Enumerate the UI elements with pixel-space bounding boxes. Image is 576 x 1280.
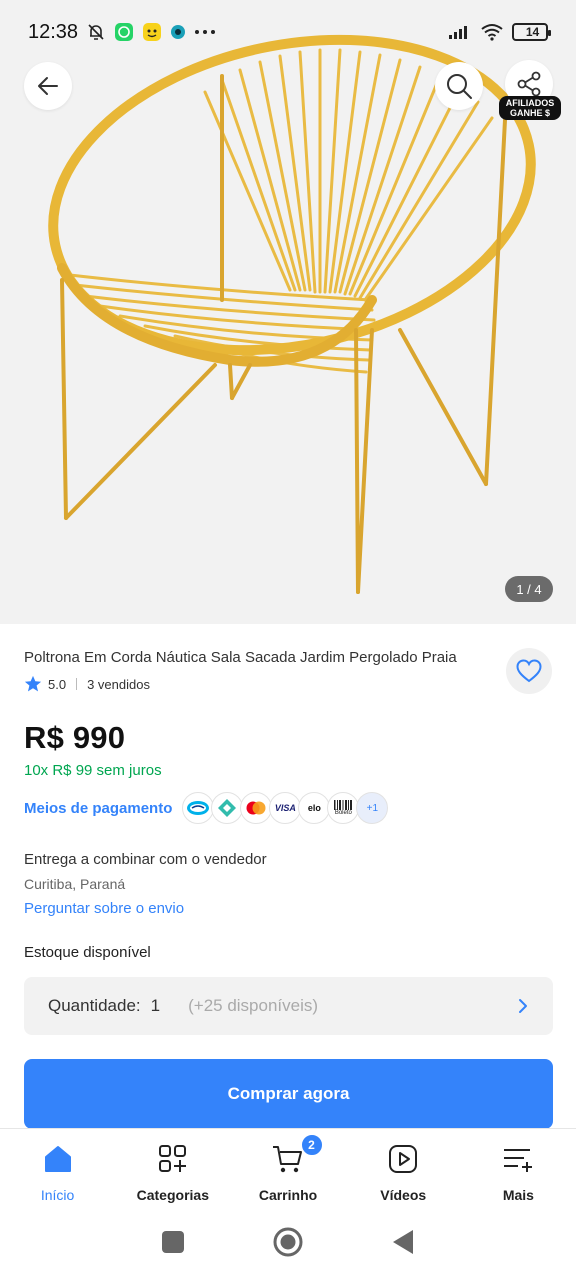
affiliate-badge[interactable]: AFILIADOS GANHE $ (499, 96, 561, 120)
status-time: 12:38 (28, 20, 79, 43)
rating-row[interactable]: 5.0 3 vendidos (24, 675, 150, 693)
ask-shipping-link[interactable]: Perguntar sobre o envio (24, 900, 184, 917)
share-icon (517, 71, 541, 97)
square-icon (162, 1230, 184, 1253)
emoji-app-icon (142, 22, 162, 42)
back-button[interactable] (24, 62, 72, 110)
nav-item-videos[interactable]: Vídeos (346, 1129, 461, 1208)
nav-label-mais: Mais (502, 1187, 534, 1203)
pix-icon (211, 792, 244, 824)
categories-icon (157, 1143, 189, 1175)
favorite-button[interactable] (506, 648, 552, 694)
installments-text: 10x R$ 99 sem juros (24, 762, 162, 779)
status-bar: 12:38 14 (0, 0, 576, 64)
rating-value: 5.0 (48, 676, 67, 692)
seller-location: Curitiba, Paraná (24, 876, 126, 892)
boleto-label: Boleto (334, 809, 352, 816)
video-icon (387, 1143, 419, 1175)
nav-label-videos: Vídeos (380, 1187, 427, 1203)
nav-item-inicio[interactable]: Início (0, 1129, 115, 1208)
menu-plus-icon (502, 1143, 534, 1175)
bottom-navigation: Início Categorias 2 Carrinho Vídeos Mais (0, 1128, 576, 1208)
system-navigation-bar (0, 1208, 576, 1280)
product-photo (0, 0, 576, 624)
quantity-available: (+25 disponíveis) (188, 996, 319, 1015)
elo-icon: elo (298, 792, 331, 824)
circle-home-icon (273, 1227, 303, 1256)
rating-divider (76, 678, 78, 690)
quantity-selector[interactable]: Quantidade: 1 (+25 disponíveis) (24, 977, 553, 1035)
arrow-left-icon (38, 77, 58, 95)
search-button[interactable] (435, 62, 483, 110)
battery-icon: 14 (512, 23, 551, 41)
battery-level: 14 (525, 25, 540, 39)
image-counter: 1 / 4 (505, 576, 553, 602)
search-icon (447, 74, 472, 99)
heart-icon (516, 659, 542, 683)
more-dots-icon (194, 29, 216, 35)
home-icon (42, 1143, 74, 1175)
quantity-value: 1 (150, 996, 161, 1015)
nav-item-mais[interactable]: Mais (461, 1129, 576, 1208)
payment-methods-link[interactable]: Meios de pagamento (24, 800, 172, 817)
triangle-back-icon (393, 1229, 413, 1254)
mercado-pago-icon (182, 792, 215, 824)
delivery-text: Entrega a combinar com o vendedor (24, 851, 267, 868)
cart-count-badge: 2 (299, 1133, 324, 1157)
payment-more-badge[interactable]: +1 (356, 792, 389, 824)
affiliate-badge-line1: AFILIADOS (505, 98, 555, 108)
nav-label-categorias: Categorias (136, 1187, 209, 1203)
recent-apps-button[interactable] (161, 1230, 185, 1259)
back-system-button[interactable] (391, 1229, 415, 1260)
nav-item-categorias[interactable]: Categorias (115, 1129, 230, 1208)
bell-muted-icon (86, 22, 106, 42)
wifi-icon (480, 23, 504, 41)
mastercard-icon (240, 792, 273, 824)
product-title: Poltrona Em Corda Náutica Sala Sacada Ja… (24, 649, 457, 666)
sold-count: 3 vendidos (87, 676, 150, 692)
affiliate-badge-line2: GANHE $ (509, 108, 550, 118)
signal-icon (448, 24, 472, 40)
app-notification-icon (170, 24, 186, 40)
visa-icon: VISA (269, 792, 302, 824)
home-system-button[interactable] (273, 1227, 303, 1262)
chevron-right-icon (519, 999, 527, 1013)
cart-icon (272, 1143, 304, 1175)
boleto-icon: Boleto (327, 792, 360, 824)
nav-item-carrinho[interactable]: 2 Carrinho (230, 1129, 345, 1208)
buy-now-button[interactable]: Comprar agora (24, 1059, 553, 1129)
star-icon (24, 675, 42, 692)
payment-methods-row[interactable]: Meios de pagamento VISA elo Boleto +1 (24, 792, 389, 824)
nav-label-carrinho: Carrinho (258, 1187, 318, 1203)
stock-title: Estoque disponível (24, 944, 151, 961)
whatsapp-icon (114, 22, 134, 42)
nav-label-inicio: Início (40, 1187, 75, 1203)
quantity-label: Quantidade: (48, 996, 141, 1015)
product-image-gallery[interactable]: AFILIADOS GANHE $ 1 / 4 (0, 0, 576, 624)
product-price: R$ 990 (24, 720, 126, 755)
